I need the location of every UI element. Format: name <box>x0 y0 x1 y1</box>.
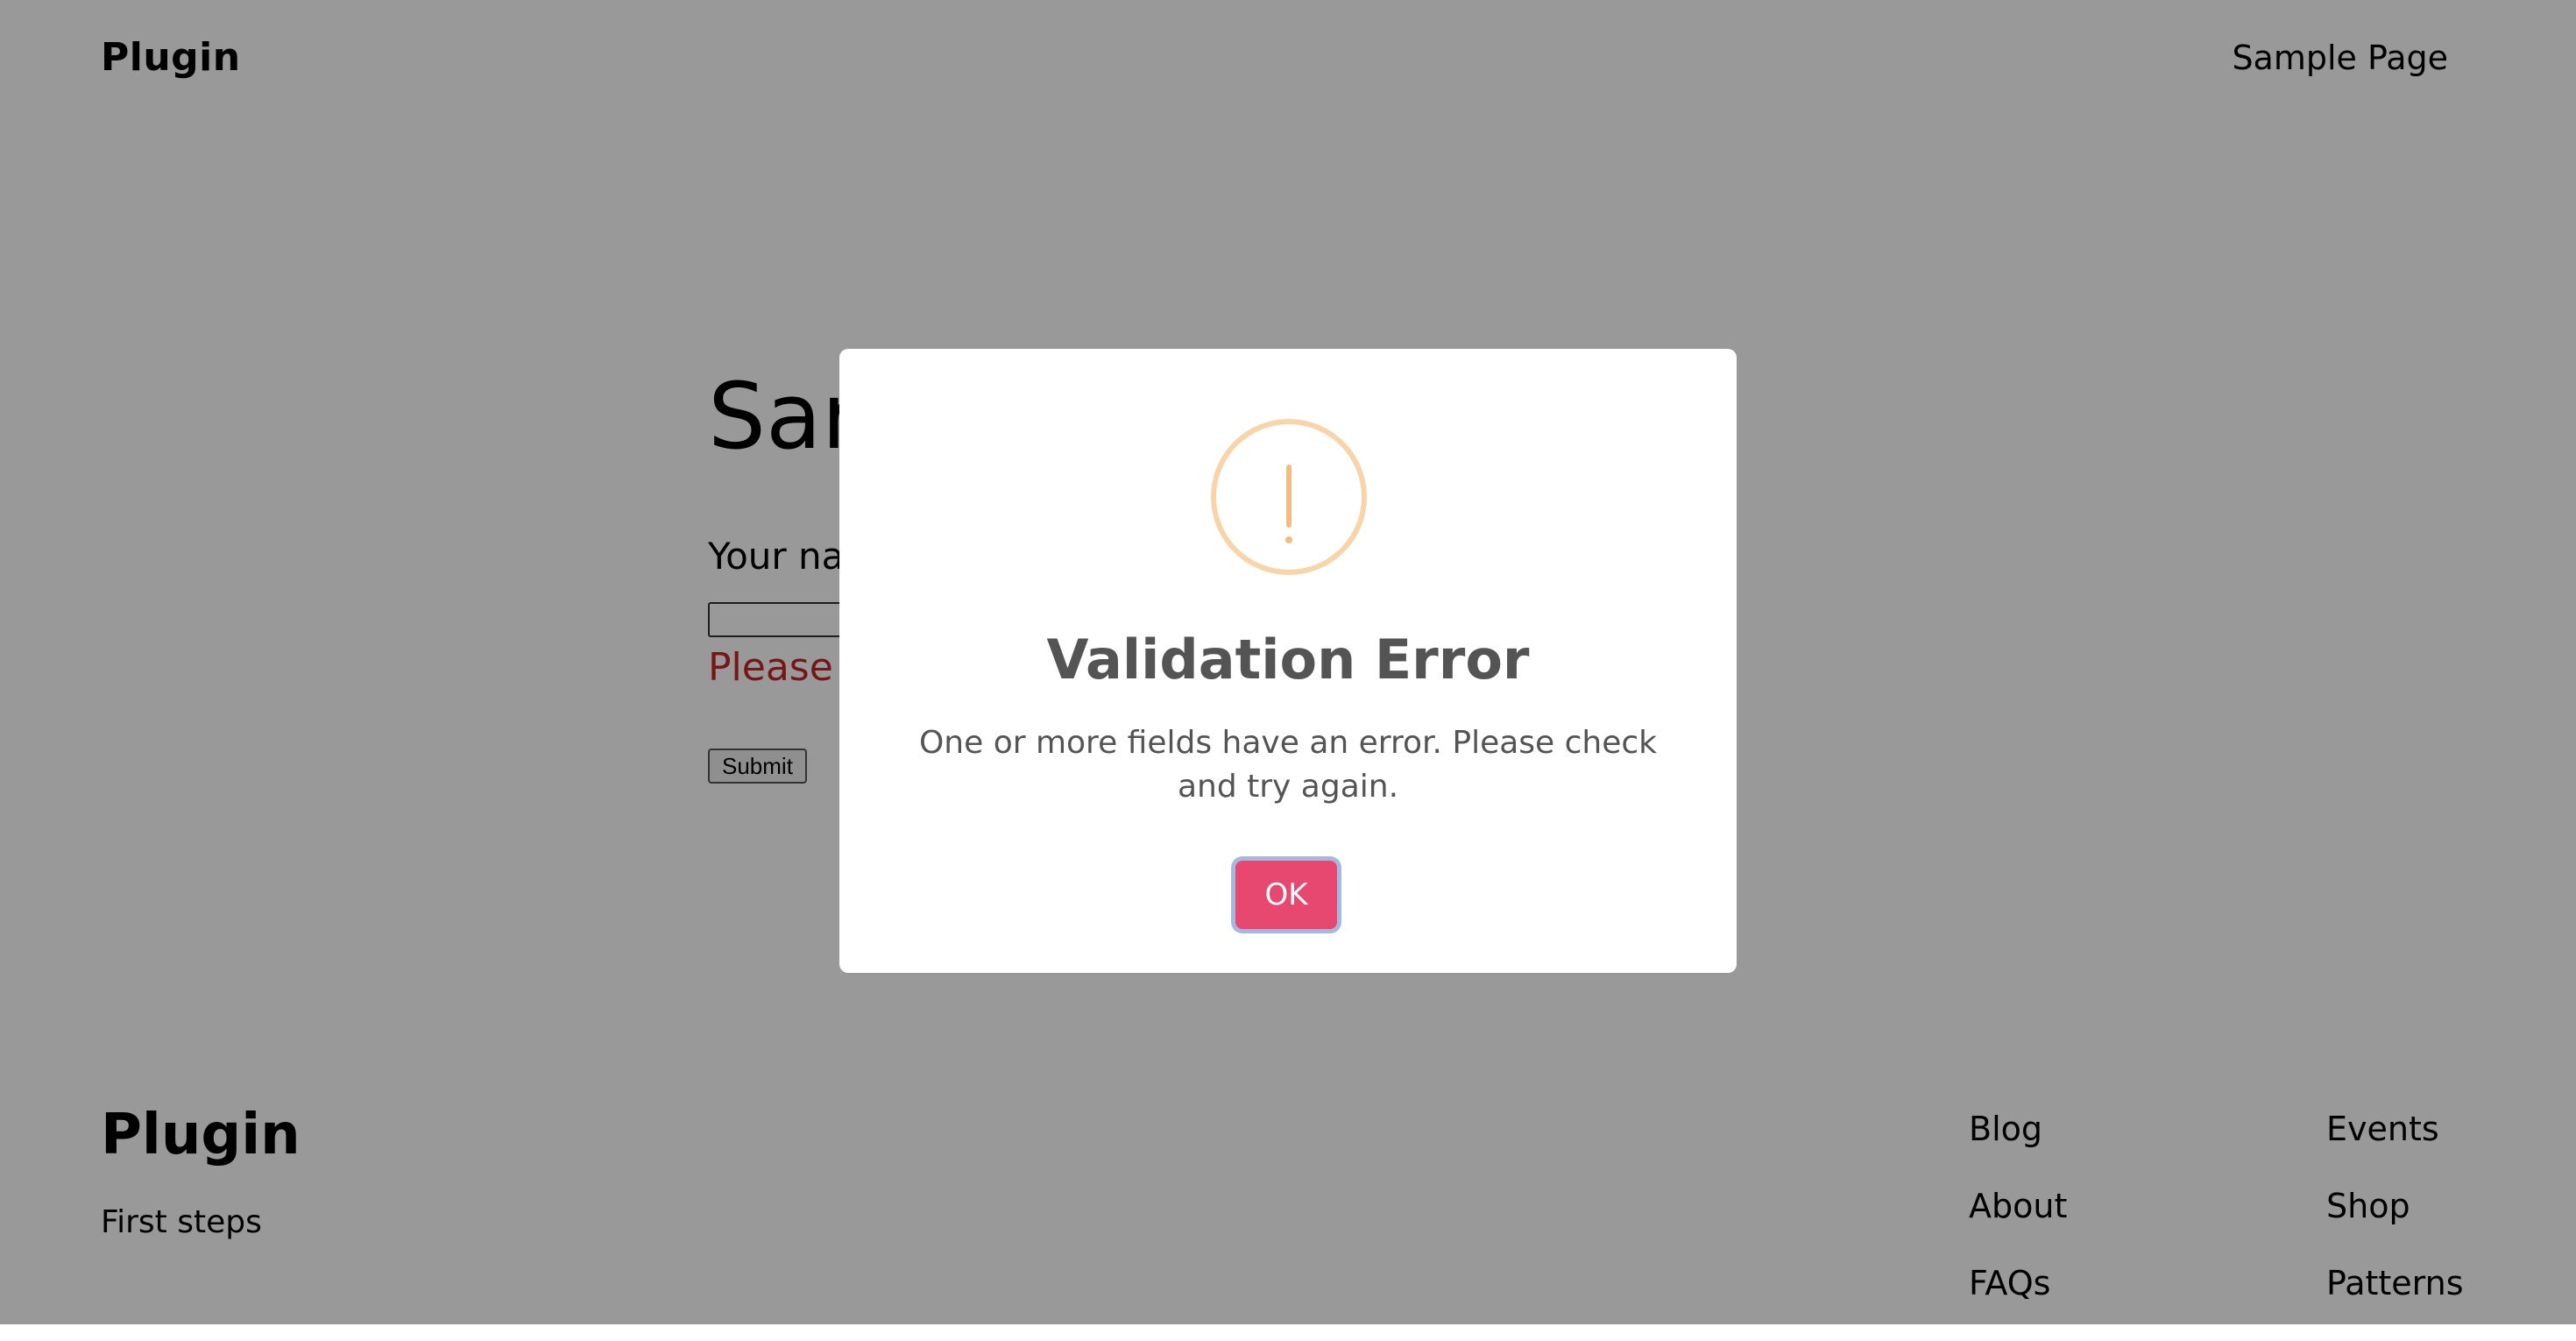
ok-button[interactable]: OK <box>1235 861 1337 929</box>
exclamation-warning-icon <box>1211 419 1367 575</box>
dialog-title: Validation Error <box>1046 628 1530 692</box>
validation-error-dialog: Validation Error One or more fields have… <box>839 349 1737 973</box>
exclamation-dot <box>1285 536 1292 543</box>
exclamation-bar <box>1286 465 1292 528</box>
dialog-message: One or more fields have an error. Please… <box>918 725 1658 805</box>
